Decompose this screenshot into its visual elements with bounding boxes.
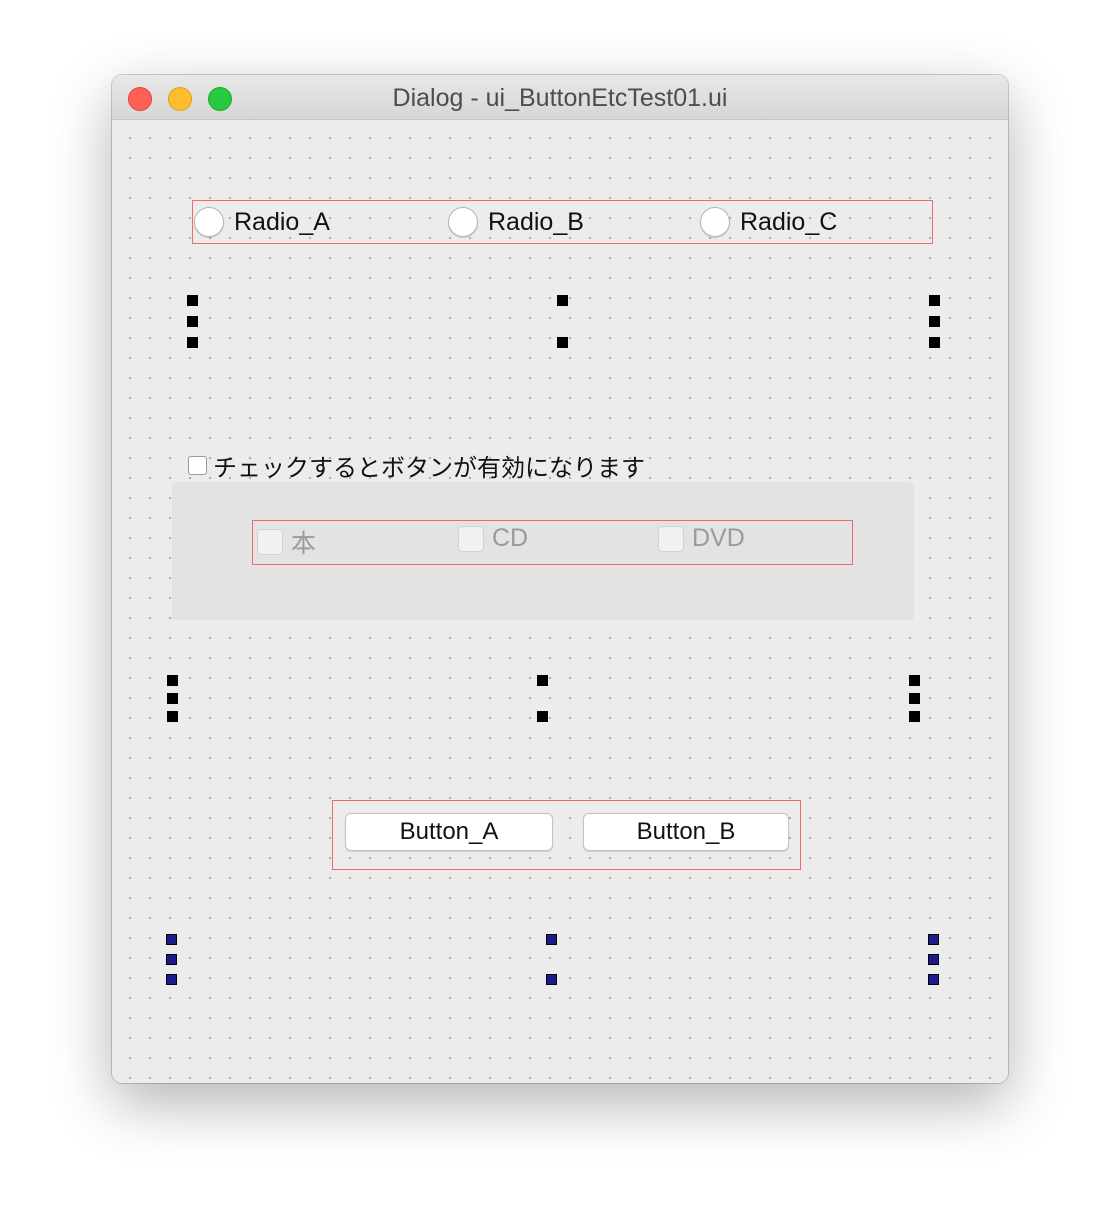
button-b[interactable]: Button_B [583, 813, 789, 851]
enable-buttons-checkbox[interactable]: チェックするとボタンが有効になります [188, 448, 645, 483]
selected-spacer-handle[interactable] [928, 934, 939, 945]
radio-c[interactable]: Radio_C [700, 204, 837, 240]
spacer-handle[interactable] [929, 316, 940, 327]
enable-buttons-checkbox-label: チェックするとボタンが有効になります [213, 455, 645, 482]
radio-c-indicator[interactable] [700, 207, 730, 237]
book-checkbox-label: 本 [291, 530, 317, 558]
radio-a-indicator[interactable] [194, 207, 224, 237]
radio-b[interactable]: Radio_B [448, 204, 584, 240]
spacer-handle[interactable] [167, 693, 178, 704]
spacer-handle[interactable] [187, 316, 198, 327]
spacer-handle[interactable] [187, 337, 198, 348]
radio-a-label: Radio_A [234, 207, 330, 236]
spacer-handle[interactable] [909, 693, 920, 704]
spacer-handle[interactable] [909, 711, 920, 722]
selected-spacer-handle[interactable] [546, 934, 557, 945]
dvd-checkbox-box[interactable] [658, 525, 684, 552]
cd-checkbox[interactable]: CD [458, 524, 528, 553]
selected-spacer-handle[interactable] [166, 954, 177, 965]
title-bar[interactable]: Dialog - ui_ButtonEtcTest01.ui [112, 75, 1008, 120]
spacer-handle[interactable] [537, 711, 548, 722]
spacer-handle[interactable] [537, 675, 548, 686]
radio-a[interactable]: Radio_A [194, 204, 330, 240]
dvd-checkbox-label: DVD [692, 524, 745, 552]
spacer-handle[interactable] [909, 675, 920, 686]
radio-b-label: Radio_B [488, 207, 584, 236]
spacer-handle[interactable] [557, 337, 568, 348]
spacer-handle[interactable] [557, 295, 568, 306]
selected-spacer-handle[interactable] [166, 934, 177, 945]
selected-spacer-handle[interactable] [546, 974, 557, 985]
dvd-checkbox[interactable]: DVD [658, 524, 745, 553]
dialog-window: Dialog - ui_ButtonEtcTest01.ui Radio_A R… [112, 75, 1008, 1083]
spacer-handle[interactable] [929, 295, 940, 306]
media-checkbox-layout[interactable] [252, 520, 853, 565]
selected-spacer-handle[interactable] [928, 974, 939, 985]
spacer-handle[interactable] [187, 295, 198, 306]
cd-checkbox-label: CD [492, 524, 529, 552]
radio-b-indicator[interactable] [448, 207, 478, 237]
form-canvas[interactable]: Radio_A Radio_B Radio_C チェックするとボタンが有効になり… [112, 120, 1008, 1083]
selected-spacer-handle[interactable] [928, 954, 939, 965]
selected-spacer-handle[interactable] [166, 974, 177, 985]
enable-buttons-checkbox-box[interactable] [188, 456, 207, 475]
spacer-handle[interactable] [929, 337, 940, 348]
book-checkbox-box[interactable] [257, 529, 283, 555]
book-checkbox[interactable]: 本 [257, 524, 316, 560]
window-title: Dialog - ui_ButtonEtcTest01.ui [392, 84, 728, 112]
radio-c-label: Radio_C [740, 207, 838, 236]
button-a[interactable]: Button_A [345, 813, 553, 851]
spacer-handle[interactable] [167, 675, 178, 686]
cd-checkbox-box[interactable] [458, 525, 484, 552]
spacer-handle[interactable] [167, 711, 178, 722]
